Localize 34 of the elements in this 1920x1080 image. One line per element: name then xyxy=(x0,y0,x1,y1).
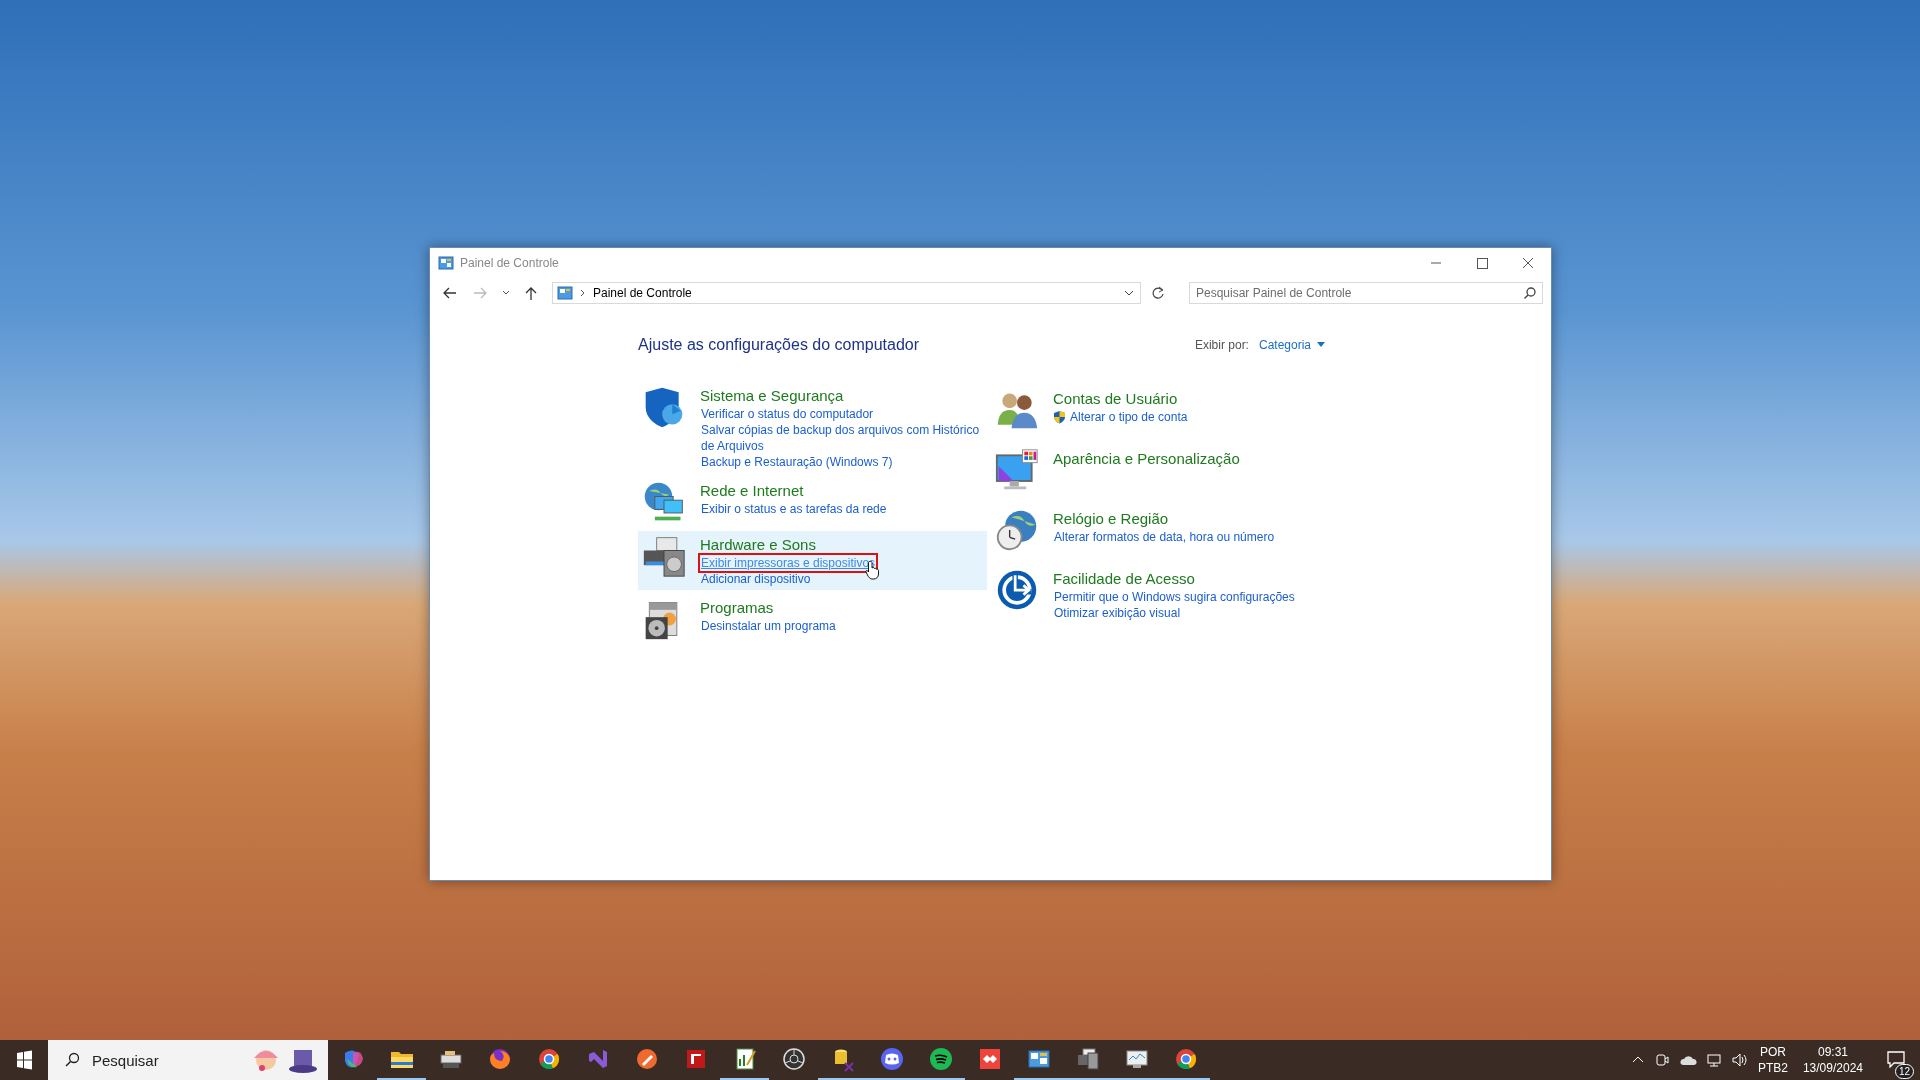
search-icon xyxy=(64,1052,80,1068)
category-link[interactable]: Sistema e Segurança xyxy=(700,387,983,404)
search-field[interactable]: Pesquisar Painel de Controle xyxy=(1189,282,1543,304)
security-shield-icon xyxy=(1053,410,1066,424)
taskbar-search-field[interactable]: Pesquisar xyxy=(48,1040,328,1080)
category-link[interactable]: Aparência e Personalização xyxy=(1053,450,1240,467)
address-field[interactable]: Painel de Controle xyxy=(552,282,1141,304)
task-link[interactable]: Desinstalar um programa xyxy=(698,616,839,636)
view-by-dropdown[interactable]: Categoria xyxy=(1258,338,1311,352)
notification-icon[interactable] xyxy=(1886,1049,1906,1068)
network-icon[interactable] xyxy=(1705,1052,1722,1068)
control-panel-icon xyxy=(557,286,573,300)
search-icon[interactable] xyxy=(1523,286,1537,300)
view-by-label: Exibir por: xyxy=(1194,338,1249,352)
task-link[interactable]: Exibir o status e as tarefas da rede xyxy=(698,499,890,519)
cloud-icon[interactable] xyxy=(1678,1053,1697,1067)
task-link[interactable]: Alterar o tipo de conta xyxy=(1067,407,1191,427)
clock[interactable]: 09:31 13/09/2024 xyxy=(1802,1044,1863,1076)
page-heading: Ajuste as configurações do computador xyxy=(638,336,920,354)
camera-icon[interactable] xyxy=(1653,1052,1670,1068)
category-link[interactable]: Hardware e Sons xyxy=(700,536,877,553)
task-link[interactable]: Alterar formatos de data, hora ou número xyxy=(1051,527,1278,547)
caret-icon[interactable] xyxy=(1316,342,1326,348)
category-link[interactable]: Relógio e Região xyxy=(1053,510,1276,527)
category-link[interactable]: Contas de Usuário xyxy=(1053,390,1189,407)
volume-icon[interactable] xyxy=(1730,1052,1749,1068)
control-panel-icon xyxy=(438,256,454,270)
category-link[interactable]: Programas xyxy=(700,599,837,616)
language-indicator[interactable]: POR PTB2 xyxy=(1757,1044,1788,1076)
category-link[interactable]: Facilidade de Acesso xyxy=(1053,570,1296,587)
notification-count-badge: 12 xyxy=(1894,1063,1914,1079)
breadcrumb-item[interactable]: Painel de Controle xyxy=(593,286,692,300)
window-title: Painel de Controle xyxy=(460,256,559,270)
category-link[interactable]: Rede e Internet xyxy=(700,482,888,499)
